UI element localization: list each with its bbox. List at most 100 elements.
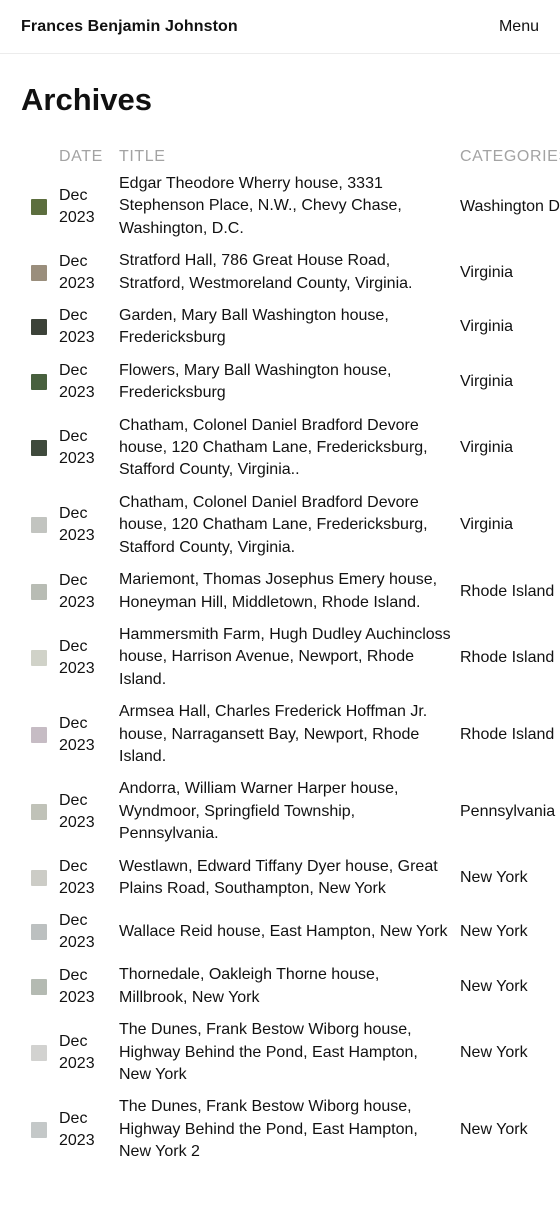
date-cell: Dec 2023: [59, 714, 95, 754]
thumbnail-cell: [0, 649, 59, 666]
table-row[interactable]: Dec 2023 Andorra, William Warner Harper h…: [0, 773, 560, 850]
category-link[interactable]: New York: [460, 976, 560, 998]
photo-thumbnail-icon[interactable]: [31, 649, 47, 666]
photo-thumbnail-icon[interactable]: [31, 726, 47, 743]
thumbnail-cell: [0, 517, 59, 534]
table-row[interactable]: Dec 2023 Edgar Theodore Wherry house, 333…: [0, 168, 560, 245]
thumbnail-cell: [0, 583, 59, 600]
date-cell: Dec 2023: [59, 1032, 95, 1072]
category-link[interactable]: New York: [460, 1119, 560, 1141]
date-cell: Dec 2023: [59, 791, 95, 831]
date-cell: Dec 2023: [59, 1110, 95, 1150]
category-link[interactable]: New York: [460, 921, 560, 943]
table-row[interactable]: Dec 2023 The Dunes, Frank Bestow Wiborg h…: [0, 1091, 560, 1168]
thumbnail-cell: [0, 264, 59, 281]
photo-thumbnail-icon[interactable]: [31, 803, 47, 820]
site-title-link[interactable]: Frances Benjamin Johnston: [21, 18, 238, 36]
category-link[interactable]: Virginia: [460, 262, 560, 284]
title-link[interactable]: Flowers, Mary Ball Washington house, Fre…: [119, 360, 460, 405]
title-link[interactable]: Thornedale, Oakleigh Thorne house, Millb…: [119, 964, 460, 1009]
category-link[interactable]: Washington D.C.: [460, 196, 560, 218]
table-row[interactable]: Dec 2023 Chatham, Colonel Daniel Bradford…: [0, 410, 560, 487]
thumbnail-cell: [0, 869, 59, 886]
table-row[interactable]: Dec 2023 Stratford Hall, 786 Great House …: [0, 245, 560, 300]
table-row[interactable]: Dec 2023 Garden, Mary Ball Washington hou…: [0, 300, 560, 355]
table-row[interactable]: Dec 2023 Armsea Hall, Charles Frederick H…: [0, 696, 560, 773]
table-row[interactable]: Dec 2023 Westlawn, Edward Tiffany Dyer ho…: [0, 851, 560, 906]
archives-table: DATE TITLE CATEGORIES Dec 2023 Edgar Theo…: [0, 146, 560, 1169]
thumbnail-cell: [0, 1122, 59, 1139]
photo-thumbnail-icon[interactable]: [31, 869, 47, 886]
category-link[interactable]: Virginia: [460, 437, 560, 459]
photo-thumbnail-icon[interactable]: [31, 978, 47, 995]
table-header: DATE TITLE CATEGORIES: [0, 146, 560, 168]
title-link[interactable]: Wallace Reid house, East Hampton, New Yo…: [119, 921, 460, 943]
category-link[interactable]: Pennsylvania: [460, 801, 560, 823]
thumbnail-cell: [0, 978, 59, 995]
title-column-header: TITLE: [119, 147, 166, 165]
title-link[interactable]: The Dunes, Frank Bestow Wiborg house, Hi…: [119, 1019, 460, 1086]
photo-thumbnail-icon[interactable]: [31, 583, 47, 600]
date-cell: Dec 2023: [59, 428, 95, 468]
photo-thumbnail-icon[interactable]: [31, 517, 47, 534]
table-row[interactable]: Dec 2023 Thornedale, Oakleigh Thorne hous…: [0, 959, 560, 1014]
title-link[interactable]: Hammersmith Farm, Hugh Dudley Auchinclos…: [119, 624, 460, 691]
category-link[interactable]: Virginia: [460, 371, 560, 393]
table-row[interactable]: Dec 2023 Hammersmith Farm, Hugh Dudley Au…: [0, 619, 560, 696]
photo-thumbnail-icon[interactable]: [31, 264, 47, 281]
date-cell: Dec 2023: [59, 307, 95, 347]
date-cell: Dec 2023: [59, 252, 95, 292]
thumbnail-cell: [0, 198, 59, 215]
page-title: Archives: [21, 82, 152, 117]
title-link[interactable]: Armsea Hall, Charles Frederick Hoffman J…: [119, 701, 460, 768]
date-cell: Dec 2023: [59, 571, 95, 611]
thumbnail-cell: [0, 924, 59, 941]
category-link[interactable]: Virginia: [460, 514, 560, 536]
photo-thumbnail-icon[interactable]: [31, 319, 47, 336]
date-cell: Dec 2023: [59, 857, 95, 897]
photo-thumbnail-icon[interactable]: [31, 1122, 47, 1139]
date-cell: Dec 2023: [59, 912, 95, 952]
date-column-header: DATE: [59, 148, 103, 165]
title-link[interactable]: Edgar Theodore Wherry house, 3331 Stephe…: [119, 173, 460, 240]
title-link[interactable]: Garden, Mary Ball Washington house, Fred…: [119, 305, 460, 350]
date-cell: Dec 2023: [59, 966, 95, 1006]
category-link[interactable]: Rhode Island: [460, 581, 560, 603]
title-link[interactable]: Chatham, Colonel Daniel Bradford Devore …: [119, 415, 460, 482]
table-row[interactable]: Dec 2023 Flowers, Mary Ball Washington ho…: [0, 355, 560, 410]
menu-button[interactable]: Menu: [499, 18, 539, 36]
categories-column-header: CATEGORIES: [460, 148, 560, 165]
title-link[interactable]: Mariemont, Thomas Josephus Emery house, …: [119, 569, 460, 614]
thumbnail-cell: [0, 803, 59, 820]
title-link[interactable]: Stratford Hall, 786 Great House Road, St…: [119, 250, 460, 295]
category-link[interactable]: Rhode Island: [460, 647, 560, 669]
title-link[interactable]: Chatham, Colonel Daniel Bradford Devore …: [119, 492, 460, 559]
category-link[interactable]: New York: [460, 1042, 560, 1064]
thumbnail-cell: [0, 1044, 59, 1061]
category-link[interactable]: Rhode Island: [460, 724, 560, 746]
date-cell: Dec 2023: [59, 186, 95, 226]
title-link[interactable]: Westlawn, Edward Tiffany Dyer house, Gre…: [119, 856, 460, 901]
photo-thumbnail-icon[interactable]: [31, 1044, 47, 1061]
photo-thumbnail-icon[interactable]: [31, 374, 47, 391]
thumbnail-cell: [0, 319, 59, 336]
category-link[interactable]: Virginia: [460, 316, 560, 338]
date-cell: Dec 2023: [59, 505, 95, 545]
table-row[interactable]: Dec 2023 Wallace Reid house, East Hampton…: [0, 905, 560, 959]
photo-thumbnail-icon[interactable]: [31, 440, 47, 457]
table-row[interactable]: Dec 2023 Chatham, Colonel Daniel Bradford…: [0, 487, 560, 564]
table-row[interactable]: Dec 2023 The Dunes, Frank Bestow Wiborg h…: [0, 1014, 560, 1091]
thumbnail-cell: [0, 726, 59, 743]
thumbnail-cell: [0, 374, 59, 391]
thumbnail-cell: [0, 440, 59, 457]
date-cell: Dec 2023: [59, 362, 95, 402]
date-cell: Dec 2023: [59, 637, 95, 677]
title-link[interactable]: The Dunes, Frank Bestow Wiborg house, Hi…: [119, 1096, 460, 1163]
site-header: Frances Benjamin Johnston Menu: [0, 0, 560, 54]
category-link[interactable]: New York: [460, 867, 560, 889]
table-body: Dec 2023 Edgar Theodore Wherry house, 333…: [0, 168, 560, 1169]
photo-thumbnail-icon[interactable]: [31, 924, 47, 941]
photo-thumbnail-icon[interactable]: [31, 198, 47, 215]
title-link[interactable]: Andorra, William Warner Harper house, Wy…: [119, 778, 460, 845]
table-row[interactable]: Dec 2023 Mariemont, Thomas Josephus Emery…: [0, 564, 560, 619]
